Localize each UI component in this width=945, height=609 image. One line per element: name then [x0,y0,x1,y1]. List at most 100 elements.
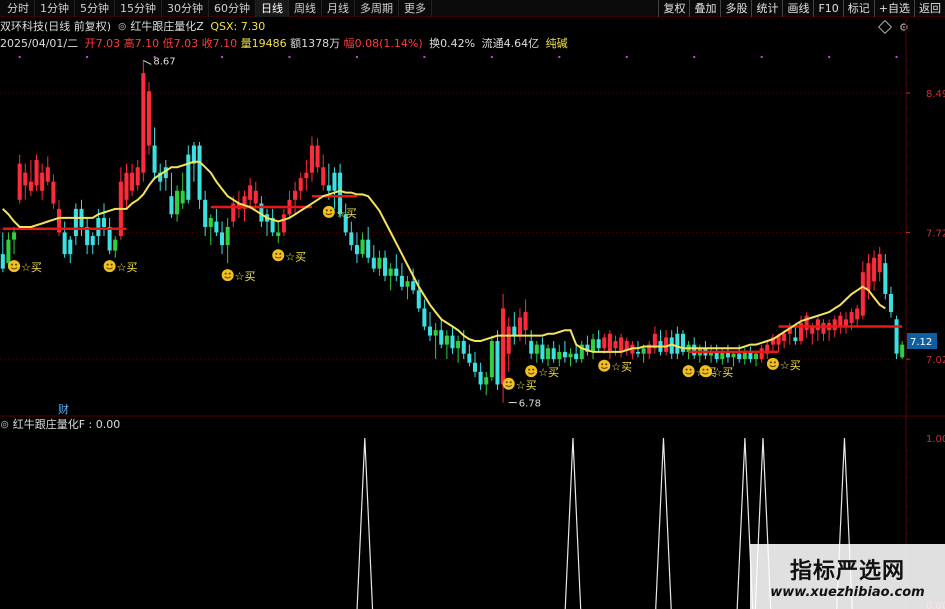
event-marker [760,56,763,58]
candle-body [759,348,764,360]
buy-signal-icon [682,365,695,378]
candle-body [894,319,899,354]
candle-body [253,190,258,204]
buy-signal-eye [532,368,535,371]
candle-body [169,196,174,215]
buy-signal-icon [699,365,712,378]
extreme-label: 6.78 [519,399,541,410]
candle-body [141,73,146,173]
event-marker [490,56,493,58]
candle-body [197,145,202,200]
candle-body [872,257,877,282]
candle-body [557,351,562,360]
event-marker [288,56,291,58]
candle-body [855,308,860,320]
candle-body [529,341,534,354]
candle-body [220,232,225,246]
candle-body [96,217,101,237]
buy-signal-eye [702,368,705,371]
event-marker [221,56,224,58]
buy-signal-label: ☆买 [611,361,632,374]
buy-signal-eye [509,381,512,384]
candle-body [478,371,483,385]
finance-marker: 财 [58,402,69,416]
buy-signal-eye [605,363,608,366]
candle-body [900,344,905,358]
price-tick-label: 7.72 [926,228,945,239]
extreme-label: 8.67 [153,56,175,67]
candle-body [366,239,371,258]
watermark-url: www.xuezhibiao.com [770,585,925,600]
candle-body [877,254,882,273]
candle-body [298,178,303,191]
candle-body [17,163,22,200]
candle-body [467,353,472,363]
candle-body [821,322,826,334]
candle-body [175,190,180,215]
candle-body [248,185,253,200]
candle-body [444,335,449,345]
candle-body [512,326,517,336]
buy-signal-eye [228,272,231,275]
buy-signal-eye [110,263,113,266]
candle-body [562,351,567,358]
candle-body [354,245,359,255]
buy-signal-eye [601,363,604,366]
candle-body [641,348,646,354]
buy-signal-eye [706,368,709,371]
candle-body [214,221,219,233]
candle-body [489,341,494,378]
candle-body [411,281,416,291]
candle-body [51,181,56,204]
candle-body [416,290,421,309]
candle-body [276,232,281,237]
buy-signal-eye [106,263,109,266]
buy-signal-icon [322,205,335,218]
candle-body [394,268,399,276]
buy-signal-icon [221,269,234,282]
candle-body [692,344,697,356]
candle-body [523,312,528,331]
candle-body [495,341,500,385]
candle-body [675,333,680,354]
candle-body [321,167,326,186]
buy-signal-label: ☆买 [117,261,138,274]
event-marker [355,56,358,58]
event-marker [828,56,831,58]
candle-body [501,308,506,385]
candle-body [838,315,843,327]
candle-body [551,348,556,360]
candle-body [326,185,331,191]
event-marker [423,56,426,58]
buy-signal-eye [275,252,278,255]
candle-body [422,308,427,327]
buy-signal-eye [505,381,508,384]
price-chart[interactable]: 8.497.727.027.128.676.78☆买☆买☆买☆买☆买☆买☆买☆买… [0,0,945,609]
ma-line [2,160,886,353]
candle-body [888,293,893,313]
candle-body [619,337,624,352]
buy-signal-eye [685,368,688,371]
candle-body [484,377,489,385]
candle-body [360,239,365,255]
candle-body [456,341,461,349]
current-price-label: 7.12 [910,337,932,348]
candle-body [304,172,309,179]
candle-body [113,239,118,251]
candle-body [40,172,45,191]
candle-body [450,335,455,349]
candle-body [815,319,820,331]
candle-body [315,145,320,168]
candle-body [433,330,438,336]
candle-body [332,172,337,191]
sub-tick-label: 1.00 [926,434,945,445]
buy-signal-icon [103,260,116,273]
buy-signal-eye [15,263,18,266]
signal-spike [564,437,582,609]
buy-signal-eye [325,209,328,212]
buy-signal-label: ☆买 [285,250,306,263]
candle-body [90,236,95,246]
candle-body [0,254,5,269]
buy-signal-icon [502,377,515,390]
candle-body [186,154,191,200]
